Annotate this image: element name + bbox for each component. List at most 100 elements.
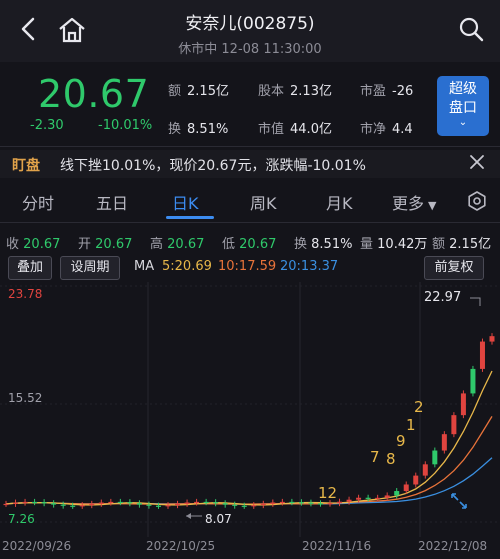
low-annotation: 8.07 — [205, 512, 232, 526]
candle-body — [327, 503, 333, 505]
candle-body — [441, 434, 447, 451]
ohlc-volume: 量 10.42万 — [360, 237, 428, 252]
candle-body — [460, 393, 466, 416]
tab-daily-k[interactable]: 日K — [172, 190, 199, 214]
candle-body — [184, 502, 190, 504]
marker-7: 7 — [370, 448, 380, 466]
marker-2: 2 — [414, 398, 424, 416]
ticker-label: 盯盘 — [12, 158, 40, 174]
x-axis-label-2: 2022/10/25 — [146, 539, 216, 553]
stat-shares: 股本 2.13亿 — [258, 84, 332, 99]
ohlc-open: 开 20.67 — [78, 237, 133, 252]
close-icon[interactable] — [466, 151, 488, 173]
candle-body — [384, 495, 390, 498]
candle-body — [451, 415, 457, 435]
marker-8: 8 — [386, 450, 396, 468]
chevron-down-icon: ⌄ — [458, 117, 468, 128]
ticker-text: 线下挫10.01%，现价20.67元，涨跌幅-10.01% — [60, 158, 366, 174]
tab-five-day[interactable]: 五日 — [96, 190, 128, 214]
set-period-button[interactable]: 设周期 — [60, 256, 120, 280]
marker-9: 9 — [396, 432, 406, 450]
stock-title: 安奈儿(002875) — [185, 14, 315, 34]
overlay-button[interactable]: 叠加 — [8, 256, 52, 280]
search-icon[interactable] — [456, 14, 486, 44]
tab-intraday[interactable]: 分时 — [22, 190, 54, 214]
candle-body — [146, 504, 152, 506]
candle-body — [117, 501, 123, 504]
ohlc-high: 高 20.67 — [150, 237, 205, 252]
candle-body — [241, 505, 247, 507]
divider — [0, 222, 500, 223]
price-change: -2.30 — [30, 118, 64, 133]
candle-body — [403, 484, 409, 492]
candle-body — [89, 503, 95, 506]
ma5-value: 5:20.69 — [162, 259, 212, 274]
active-tab-indicator — [166, 216, 214, 219]
y-axis-mid-label: 15.52 — [8, 391, 42, 405]
candle-body — [298, 502, 304, 504]
candle-body — [308, 502, 314, 504]
tab-monthly-k[interactable]: 月K — [326, 190, 353, 214]
candle-body — [346, 499, 352, 502]
chart-background — [0, 282, 500, 559]
candle-body — [41, 502, 47, 504]
y-axis-min-label: 7.26 — [8, 512, 35, 526]
x-axis-label-4: 2022/12/08 — [418, 539, 488, 553]
candle-body — [213, 502, 219, 504]
ohlc-close: 收 20.67 — [6, 237, 61, 252]
candle-body — [432, 450, 438, 465]
market-status: 休市中 12-08 11:30:00 — [178, 42, 322, 57]
x-axis-label-3: 2022/11/16 — [302, 539, 372, 553]
super-orderbook-button[interactable]: 超级 盘口 ⌄ — [437, 76, 489, 136]
settings-icon[interactable] — [466, 190, 488, 212]
candle-body — [470, 368, 476, 394]
ohlc-low: 低 20.67 — [222, 237, 277, 252]
y-axis-max-label: 23.78 — [8, 287, 42, 301]
candle-body — [375, 497, 381, 500]
candle-body — [289, 501, 295, 504]
candle-body — [317, 503, 323, 505]
candle-body — [13, 502, 19, 504]
candle-body — [3, 503, 9, 506]
marker-12: 12 — [318, 484, 337, 502]
candle-body — [175, 503, 181, 506]
candle-body — [32, 501, 38, 504]
ohlc-turnover: 换 8.51% — [294, 237, 353, 252]
candle-body — [70, 505, 76, 507]
marker-1: 1 — [406, 416, 416, 434]
ma-label: MA — [134, 259, 155, 274]
candle-body — [232, 504, 238, 506]
tab-more-label: 更多 — [392, 194, 425, 213]
stat-market-cap: 市值 44.0亿 — [258, 122, 332, 137]
candle-body — [337, 501, 343, 504]
candle-body — [155, 505, 161, 507]
caret-down-icon: ▼ — [428, 199, 437, 212]
candle-body — [394, 491, 400, 496]
candle-body — [136, 503, 142, 505]
price-change-pct: -10.01% — [98, 118, 153, 133]
k-line-chart[interactable]: 23.78 15.52 7.26 22.97 8.07 12 7 8 9 1 2 — [0, 282, 500, 559]
current-price: 20.67 — [38, 72, 150, 116]
x-axis-label-1: 2022/09/26 — [2, 539, 72, 553]
adjust-button[interactable]: 前复权 — [424, 256, 484, 280]
stat-amount: 额 2.15亿 — [168, 84, 229, 99]
candle-body — [422, 464, 428, 476]
ma10-value: 10:17.59 — [218, 259, 277, 274]
candle-body — [222, 503, 228, 505]
candle-body — [79, 505, 85, 507]
tab-weekly-k[interactable]: 周K — [250, 190, 277, 214]
candle-body — [165, 505, 171, 507]
super-button-line1: 超级 — [449, 81, 477, 97]
candle-body — [251, 505, 257, 507]
candle-body — [279, 501, 285, 504]
candle-body — [22, 501, 28, 504]
candle-body — [203, 501, 209, 504]
ma20-value: 20:13.37 — [280, 259, 339, 274]
candle-body — [108, 501, 114, 504]
candle-body — [270, 502, 276, 504]
tab-more[interactable]: 更多 ▼ — [392, 190, 436, 214]
stat-pe: 市盈 -26 — [360, 84, 414, 99]
candle-body — [479, 341, 485, 369]
candle-body — [413, 475, 419, 485]
candle-body — [127, 502, 133, 504]
